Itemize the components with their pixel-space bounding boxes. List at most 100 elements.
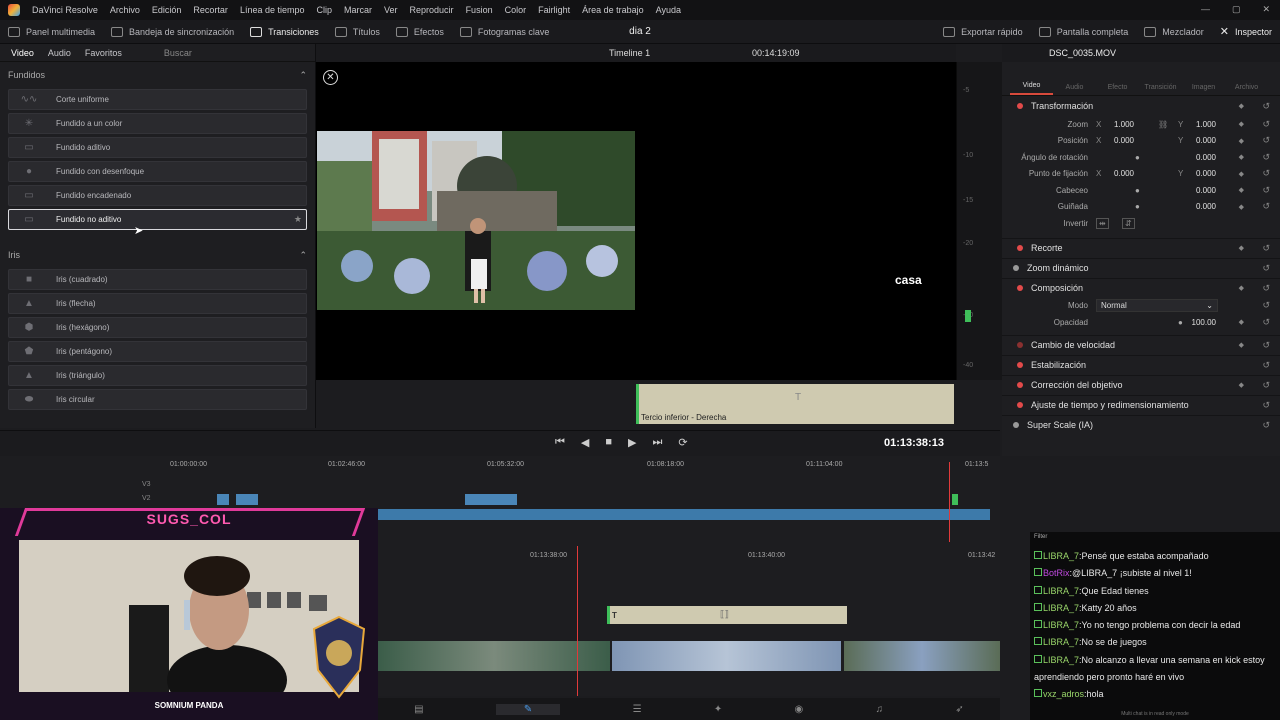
transitions-button[interactable]: Transiciones [242,20,327,44]
menu-marcar[interactable]: Marcar [338,5,378,15]
keyframe-icon[interactable]: ◆ [1239,153,1244,161]
reset-icon[interactable]: ↺ [1262,380,1270,391]
detail-timeline[interactable]: 01:13:38:00 01:13:40:00 01:13:42 T ⟦⟧ [378,546,1000,696]
playhead[interactable] [949,462,950,542]
keyframe-icon[interactable]: ◆ [1239,244,1244,252]
tab-favoritos[interactable]: Favoritos [85,48,122,58]
reset-icon[interactable]: ↺ [1262,185,1270,196]
chat-filter[interactable]: Filter [1030,532,1280,544]
keyframe-icon[interactable]: ◆ [1239,318,1244,326]
menu-fusion[interactable]: Fusion [460,5,499,15]
position-x-field[interactable]: 0.000 [1104,136,1134,145]
group-ajuste-tiempo[interactable]: Ajuste de tiempo y redimensionamiento ↺ [1002,394,1280,415]
video-clip[interactable] [378,641,610,671]
enable-dot[interactable] [1017,362,1023,368]
chat-user[interactable]: vxz_adros [1043,689,1084,699]
menu-reproducir[interactable]: Reproducir [404,5,460,15]
keyframe-icon[interactable]: ◆ [1239,102,1244,110]
yaw-field[interactable]: 0.000 [1186,202,1216,211]
clip[interactable] [236,494,258,505]
zoom-x-field[interactable]: 1.000 [1104,120,1134,129]
chat-user[interactable]: LIBRA_7 [1043,620,1079,630]
deliver-page-icon[interactable]: ➶ [955,704,963,715]
group-estabilizacion[interactable]: Estabilización ↺ [1002,354,1280,375]
clip-track[interactable] [378,509,990,520]
reset-icon[interactable]: ↺ [1262,168,1270,179]
slider-knob-icon[interactable]: ● [1135,202,1140,211]
section-header-fundidos[interactable]: Fundidos ⌃ [0,64,315,86]
reset-icon[interactable]: ↺ [1262,360,1270,371]
reset-icon[interactable]: ↺ [1262,420,1270,431]
enable-dot[interactable] [1013,422,1019,428]
edit-page-icon[interactable]: ✎ [495,703,561,715]
effect-item[interactable]: ⬢ Iris (hexágono) [8,317,307,338]
reset-icon[interactable]: ↺ [1262,119,1270,130]
reset-icon[interactable]: ↺ [1262,135,1270,146]
clip[interactable] [465,494,517,505]
reset-icon[interactable]: ↺ [1262,340,1270,351]
enable-dot[interactable] [1017,402,1023,408]
chat-user[interactable]: LIBRA_7 [1043,551,1079,561]
tab-efecto[interactable]: Efecto [1096,84,1139,95]
enable-dot[interactable] [1017,382,1023,388]
effect-item[interactable]: ∿∿ Corte uniforme [8,89,307,110]
cut-page-icon[interactable]: ☰ [633,704,642,715]
effect-item[interactable]: ⬬ Iris circular [8,389,307,410]
timeline-selector[interactable]: Timeline 1 [609,48,650,58]
titles-button[interactable]: Títulos [327,20,388,44]
menu-archivo[interactable]: Archivo [104,5,146,15]
flip-horizontal-icon[interactable]: ⇹ [1096,217,1109,229]
menu-fairlight[interactable]: Fairlight [532,5,576,15]
reset-icon[interactable]: ↺ [1262,201,1270,212]
group-correccion-objetivo[interactable]: Corrección del objetivo ◆ ↺ [1002,374,1280,395]
title-clip[interactable]: T Tercio inferior - Derecha [636,384,954,424]
tab-imagen[interactable]: Imagen [1182,84,1225,95]
quick-export-button[interactable]: Exportar rápido [935,20,1031,44]
effect-item-selected[interactable]: ▭ Fundido no aditivo ★ [8,209,307,230]
play-icon[interactable]: ▶ [628,436,636,449]
keyframe-icon[interactable]: ◆ [1239,186,1244,194]
effect-item[interactable]: ■ Iris (cuadrado) [8,269,307,290]
flip-vertical-icon[interactable]: ⇵ [1122,217,1135,229]
chat-user[interactable]: LIBRA_7 [1043,586,1079,596]
rotation-field[interactable]: 0.000 [1186,153,1216,162]
reset-icon[interactable]: ↺ [1262,101,1270,112]
menu-edicion[interactable]: Edición [146,5,188,15]
close-icon[interactable]: ✕ [1262,4,1270,15]
effect-item[interactable]: ● Fundido con desenfoque [8,161,307,182]
group-super-scale[interactable]: Super Scale (IA) ↺ [1002,414,1280,435]
pitch-field[interactable]: 0.000 [1186,186,1216,195]
play-reverse-icon[interactable]: ◀ [581,436,589,449]
effect-item[interactable]: ▲ Iris (flecha) [8,293,307,314]
mixer-button[interactable]: Mezclador [1136,20,1212,44]
chat-user[interactable]: LIBRA_7 [1043,655,1079,665]
slider-knob-icon[interactable]: ● [1178,318,1183,327]
title-clip[interactable]: T ⟦⟧ [607,606,847,624]
section-header-iris[interactable]: Iris ⌃ [0,244,315,266]
enable-dot[interactable] [1017,285,1023,291]
fullscreen-button[interactable]: Pantalla completa [1031,20,1137,44]
group-recorte[interactable]: Recorte ◆ ↺ [1002,237,1280,258]
enable-dot[interactable] [1017,342,1023,348]
chat-user[interactable]: LIBRA_7 [1043,637,1079,647]
playhead[interactable] [577,546,578,696]
menu-ver[interactable]: Ver [378,5,404,15]
chat-user[interactable]: LIBRA_7 [1043,603,1079,613]
search-field[interactable]: Buscar [164,48,192,58]
reset-icon[interactable]: ↺ [1262,243,1270,254]
reset-icon[interactable]: ↺ [1262,317,1270,328]
media-page-icon[interactable]: ▤ [414,704,423,715]
reset-icon[interactable]: ↺ [1262,300,1270,311]
group-composicion[interactable]: Composición ◆ ↺ [1002,277,1280,298]
enable-dot[interactable] [1017,245,1023,251]
keyframes-button[interactable]: Fotogramas clave [452,20,558,44]
star-icon[interactable]: ★ [294,214,302,225]
app-name[interactable]: DaVinci Resolve [26,5,104,15]
reset-icon[interactable]: ↺ [1262,283,1270,294]
loop-icon[interactable]: ⟳ [678,436,687,449]
group-transformacion[interactable]: Transformación ◆ ↺ [1002,96,1280,116]
menu-area-trabajo[interactable]: Área de trabajo [576,5,650,15]
effect-item[interactable]: ✳ Fundido a un color [8,113,307,134]
video-clip[interactable] [612,641,841,671]
fusion-page-icon[interactable]: ✦ [714,704,722,715]
